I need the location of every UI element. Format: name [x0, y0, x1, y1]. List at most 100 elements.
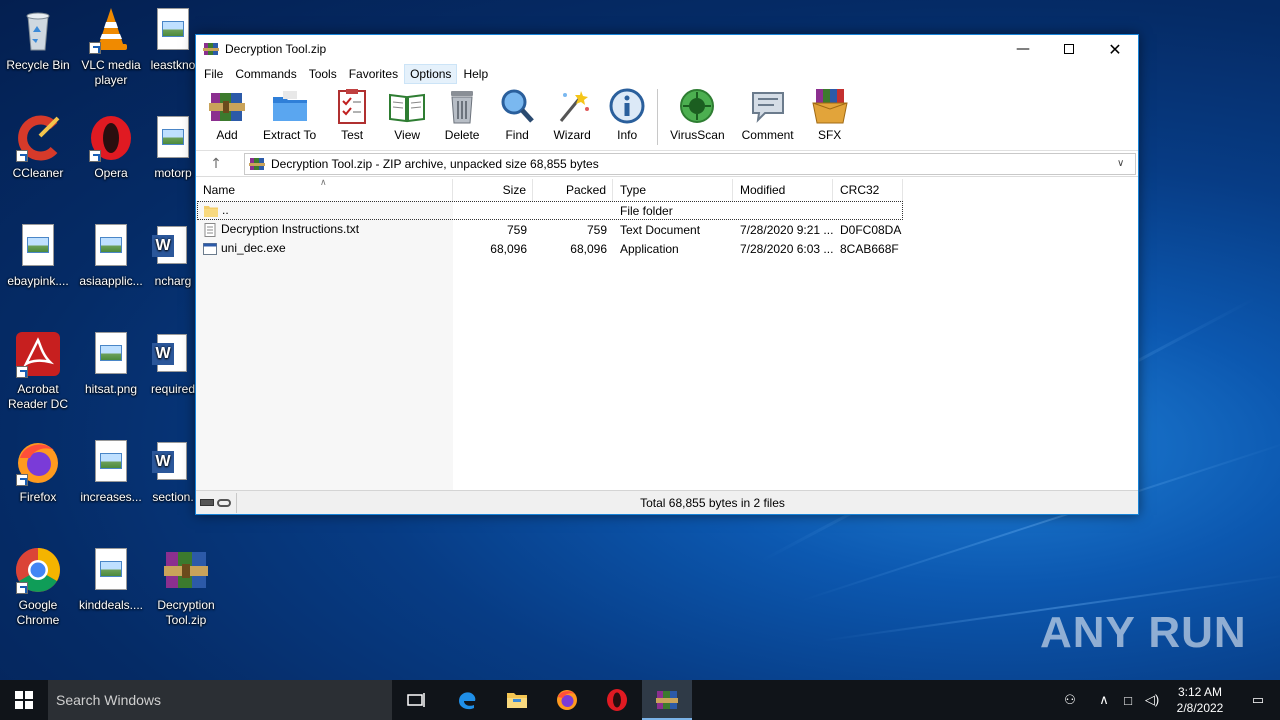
close-button[interactable]: ✕ — [1092, 35, 1138, 63]
taskbar-firefox[interactable] — [542, 680, 592, 720]
text-file-icon — [203, 222, 217, 237]
column-header-size[interactable]: Size — [453, 179, 533, 201]
sort-ascending-icon: ∧ — [320, 177, 327, 187]
column-header-type[interactable]: Type — [613, 179, 733, 201]
menu-favorites[interactable]: Favorites — [343, 64, 404, 84]
menu-options[interactable]: Options — [404, 64, 458, 84]
test-label: Test — [341, 128, 364, 142]
file-list[interactable]: Name ∧ Size Packed Type Modified CRC32 .… — [196, 177, 1138, 490]
firefox-icon — [14, 438, 62, 486]
table-row[interactable]: .. File folder — [197, 201, 903, 220]
minimize-button[interactable]: — — [1000, 35, 1046, 63]
file-modified: 7/28/2020 9:21 ... — [740, 222, 833, 237]
clock-time: 3:12 AM — [1177, 685, 1223, 699]
sfx-button[interactable]: SFX — [807, 87, 853, 142]
notifications-icon[interactable]: ▭ — [1236, 692, 1280, 708]
search-placeholder: Search Windows — [56, 692, 162, 708]
column-header-label: CRC32 — [840, 183, 880, 197]
clock[interactable]: 3:12 AM 2/8/2022 — [1164, 684, 1236, 716]
chrome-icon — [14, 546, 62, 594]
title-bar[interactable]: Decryption Tool.zip — ✕ — [196, 35, 1138, 63]
menu-help[interactable]: Help — [457, 64, 494, 84]
file-name: Decryption Instructions.txt — [221, 222, 360, 237]
view-button[interactable]: View — [384, 87, 430, 142]
taskbar-winrar[interactable] — [642, 680, 692, 720]
folder-icon — [204, 204, 218, 218]
table-row[interactable]: uni_dec.exe 68,096 68,096 Application 7/… — [196, 239, 1138, 258]
test-button[interactable]: Test — [329, 87, 375, 142]
column-header-name[interactable]: Name ∧ — [196, 177, 453, 201]
network-icon[interactable]: □ — [1116, 693, 1140, 708]
view-book-icon — [388, 87, 426, 125]
desktop-icon-vlc[interactable]: VLC media player — [73, 6, 149, 88]
chevron-down-icon[interactable]: ∨ — [1117, 158, 1135, 169]
desktop-icon-leastkno[interactable]: leastkno — [148, 6, 198, 73]
desktop-icon-label: CCleaner — [12, 166, 64, 180]
vlc-cone-icon — [87, 6, 135, 54]
maximize-button[interactable] — [1046, 35, 1092, 63]
opera-icon — [87, 114, 135, 162]
column-header-modified[interactable]: Modified — [733, 179, 833, 201]
task-view-button[interactable] — [392, 680, 442, 720]
wizard-button[interactable]: Wizard — [549, 87, 595, 142]
desktop-icon-firefox[interactable]: Firefox — [0, 438, 76, 505]
column-header-label: Modified — [740, 183, 786, 197]
delete-button[interactable]: Delete — [439, 87, 485, 142]
extract-to-label: Extract To — [263, 128, 317, 142]
chevron-up-icon[interactable]: ∧ — [1092, 692, 1116, 708]
volume-icon[interactable]: ◁) — [1140, 692, 1164, 708]
column-header-crc32[interactable]: CRC32 — [833, 179, 903, 201]
desktop-icon-label: section. — [152, 490, 194, 504]
desktop-icon-section[interactable]: W section. — [148, 438, 198, 505]
desktop-icon-ncharg[interactable]: W ncharg — [148, 222, 198, 289]
winrar-window[interactable]: Decryption Tool.zip — ✕ File Commands To… — [195, 34, 1139, 515]
file-size: 759 — [506, 222, 527, 237]
comment-button[interactable]: Comment — [738, 87, 798, 142]
menu-file[interactable]: File — [198, 64, 229, 84]
desktop-icon-chrome[interactable]: Google Chrome — [0, 546, 76, 628]
desktop-icon-label: required — [150, 382, 196, 396]
column-header-packed[interactable]: Packed — [533, 179, 613, 201]
desktop-icon-ebaypink[interactable]: ebaypink.... — [0, 222, 76, 289]
desktop-icon-acrobat[interactable]: Acrobat Reader DC — [0, 330, 76, 412]
desktop-icon-ccleaner[interactable]: CCleaner — [0, 114, 76, 181]
menu-commands[interactable]: Commands — [229, 64, 302, 84]
desktop-icon-hitsat[interactable]: hitsat.png — [73, 330, 149, 397]
address-field[interactable]: Decryption Tool.zip - ZIP archive, unpac… — [244, 152, 1136, 175]
folder-icon — [507, 693, 527, 708]
watermark-text: ANY RUN — [1040, 608, 1247, 657]
desktop-icon-label: hitsat.png — [84, 382, 138, 396]
taskbar-edge[interactable] — [442, 680, 492, 720]
add-button[interactable]: Add — [204, 87, 250, 142]
desktop-icon-increases[interactable]: increases... — [73, 438, 149, 505]
drive-icon[interactable] — [200, 499, 214, 506]
up-arrow-button[interactable]: ↑ — [196, 156, 236, 172]
desktop-icon-recycle-bin[interactable]: Recycle Bin — [0, 6, 76, 73]
find-button[interactable]: Find — [494, 87, 540, 142]
search-box[interactable]: Search Windows — [48, 680, 392, 720]
windows-logo-icon — [15, 691, 33, 709]
extract-to-button[interactable]: Extract To — [259, 87, 320, 142]
info-button[interactable]: Info — [604, 87, 650, 142]
desktop-icon-label: Acrobat Reader DC — [7, 382, 69, 411]
virusscan-button[interactable]: VirusScan — [666, 87, 728, 142]
key-icon[interactable] — [217, 498, 231, 507]
clock-date: 2/8/2022 — [1176, 701, 1224, 715]
desktop-icon-decryption-zip[interactable]: Decryption Tool.zip — [148, 546, 224, 628]
taskbar-file-explorer[interactable] — [492, 680, 542, 720]
desktop-icon-asiaapplic[interactable]: asiaapplic... — [73, 222, 149, 289]
add-label: Add — [216, 128, 238, 142]
acrobat-icon — [14, 330, 62, 378]
desktop-icon-opera[interactable]: Opera — [73, 114, 149, 181]
start-button[interactable] — [0, 680, 48, 720]
image-file-icon — [87, 330, 135, 378]
recycle-bin-icon — [14, 6, 62, 54]
taskbar-opera[interactable] — [592, 680, 642, 720]
menu-tools[interactable]: Tools — [303, 64, 343, 84]
desktop-icon-required[interactable]: W required — [148, 330, 198, 397]
desktop-icon-motorp[interactable]: motorp — [148, 114, 198, 181]
people-icon[interactable]: ⚇ — [1058, 692, 1082, 708]
desktop-icon-kinddeals[interactable]: kinddeals.... — [73, 546, 149, 613]
image-file-icon — [149, 114, 197, 162]
table-row[interactable]: Decryption Instructions.txt 759 759 Text… — [196, 220, 1138, 239]
